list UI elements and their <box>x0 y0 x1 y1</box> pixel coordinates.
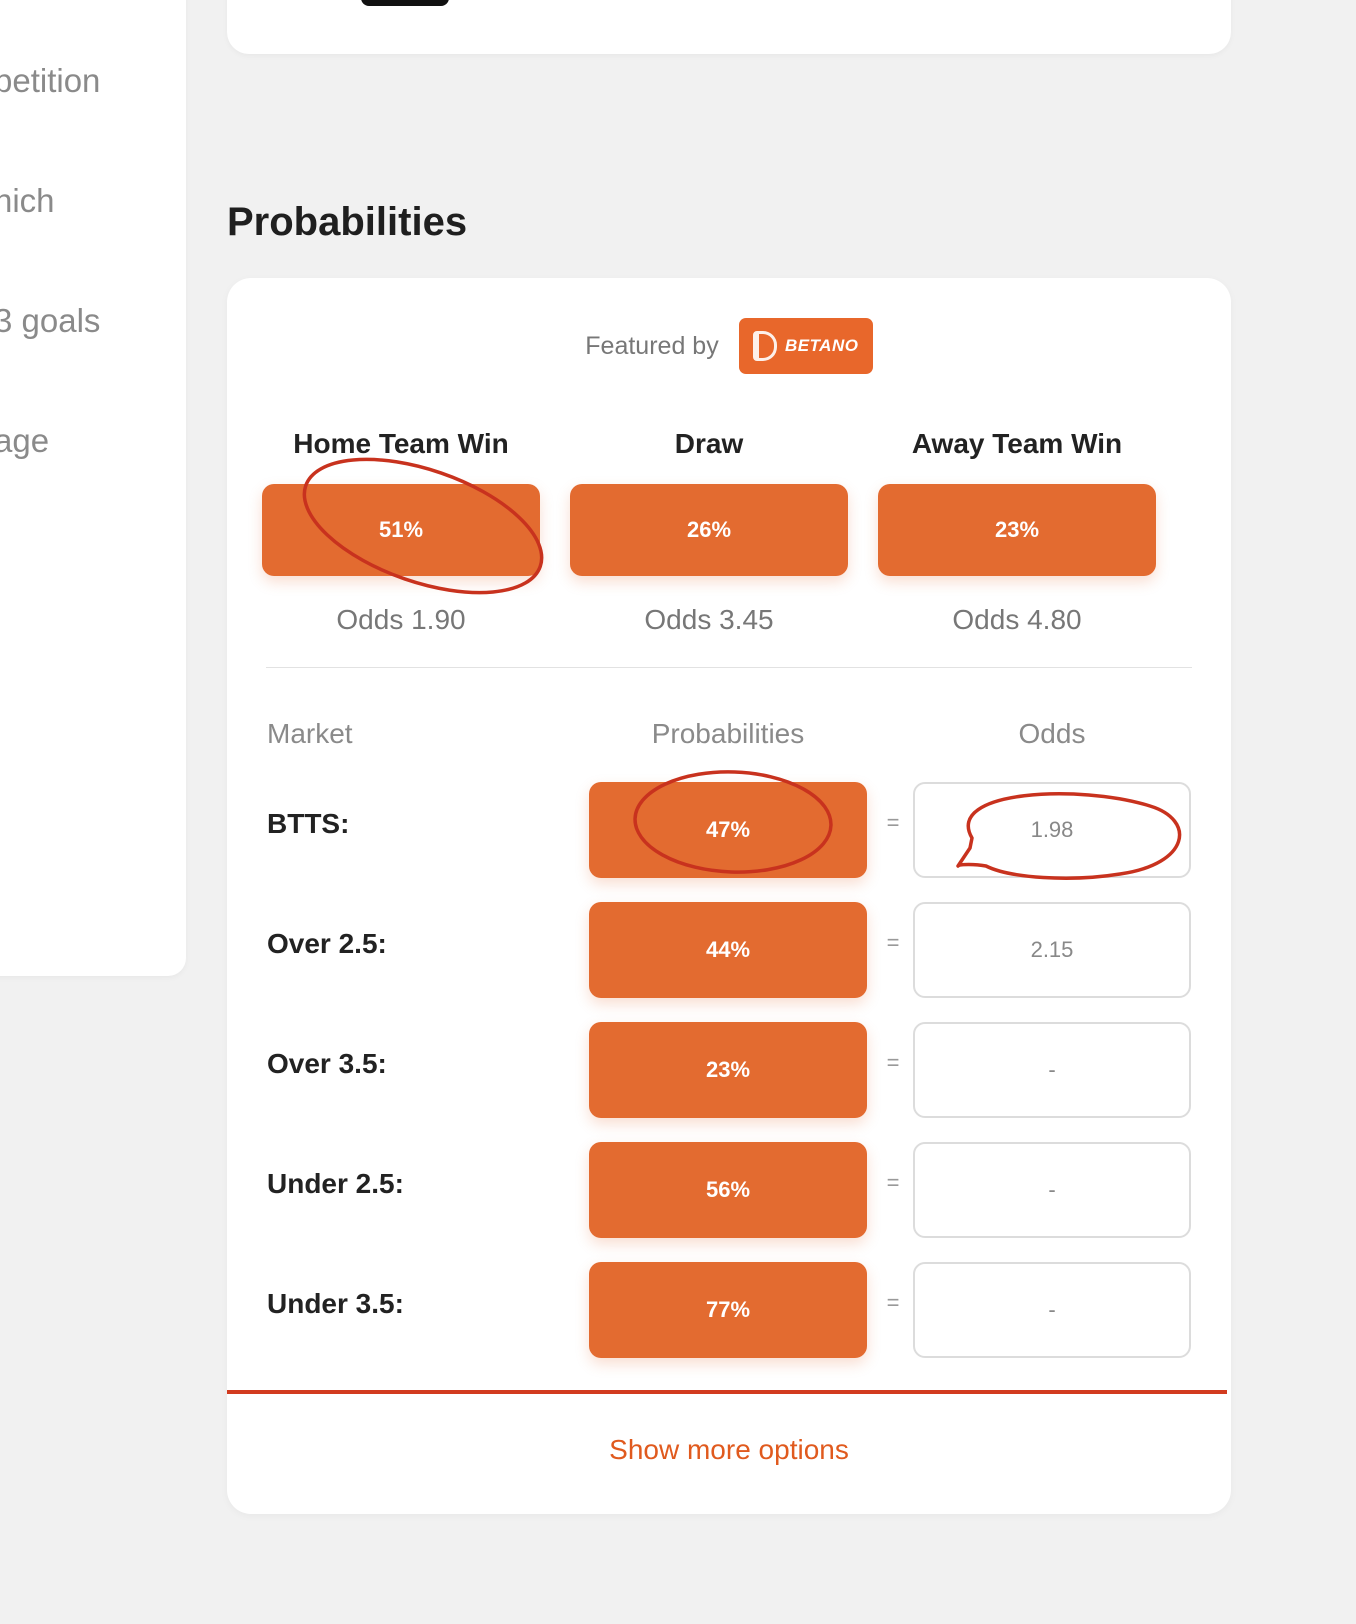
table-header-probabilities: Probabilities <box>651 718 805 749</box>
betano-logo-icon <box>752 331 777 361</box>
equals-sign: = <box>886 1050 900 1075</box>
over-2-5-probability-button[interactable]: 44% <box>589 902 867 998</box>
home-win-odds: Odds 1.90 <box>336 604 466 635</box>
previous-card <box>227 0 1231 54</box>
market-label-btts: BTTS: <box>267 808 350 839</box>
home-win-probability-button[interactable]: 51% <box>262 484 540 576</box>
under-3-5-odds-box[interactable]: - <box>913 1262 1191 1358</box>
outcome-away-label: Away Team Win <box>911 428 1123 459</box>
previous-card-dark-element <box>361 0 449 6</box>
sidebar-item-1[interactable]: petition <box>0 62 100 100</box>
draw-odds: Odds 3.45 <box>644 604 774 635</box>
btts-probability-button[interactable]: 47% <box>589 782 867 878</box>
over-3-5-odds-box[interactable]: - <box>913 1022 1191 1118</box>
over-2-5-odds-box[interactable]: 2.15 <box>913 902 1191 998</box>
sidebar-item-3[interactable]: 3 goals <box>0 302 100 340</box>
section-title: Probabilities <box>227 200 468 244</box>
equals-sign: = <box>886 1170 900 1195</box>
draw-probability-button[interactable]: 26% <box>570 484 848 576</box>
under-2-5-probability-button[interactable]: 56% <box>589 1142 867 1238</box>
market-label-under-3-5: Under 3.5: <box>267 1288 404 1319</box>
probabilities-card: Featured by BETANO Home Team Win Draw Aw… <box>227 278 1231 1514</box>
over-3-5-probability-button[interactable]: 23% <box>589 1022 867 1118</box>
market-label-over-2-5: Over 2.5: <box>267 928 387 959</box>
betano-logo[interactable]: BETANO <box>738 318 873 374</box>
equals-sign: = <box>886 810 900 835</box>
table-header-odds: Odds <box>1018 718 1086 749</box>
under-3-5-probability-button[interactable]: 77% <box>589 1262 867 1358</box>
show-more-options-link[interactable]: Show more options <box>227 1434 1231 1466</box>
section-divider <box>266 667 1192 668</box>
away-win-probability-button[interactable]: 23% <box>878 484 1156 576</box>
featured-by-label: Featured by <box>585 331 719 360</box>
btts-odds-box[interactable]: 1.98 <box>913 782 1191 878</box>
market-label-over-3-5: Over 3.5: <box>267 1048 387 1079</box>
outcome-home-label: Home Team Win <box>293 428 509 459</box>
featured-by-row: Featured by BETANO <box>227 318 1231 374</box>
sidebar-item-2[interactable]: hich <box>0 182 55 220</box>
sidebar-item-4[interactable]: age <box>0 422 49 460</box>
market-label-under-2-5: Under 2.5: <box>267 1168 404 1199</box>
equals-sign: = <box>886 1290 900 1315</box>
under-2-5-odds-box[interactable]: - <box>913 1142 1191 1238</box>
left-sidebar-panel <box>0 0 186 976</box>
away-win-odds: Odds 4.80 <box>952 604 1082 635</box>
betano-logo-text: BETANO <box>784 336 859 355</box>
equals-sign: = <box>886 930 900 955</box>
footer-red-rule <box>227 1390 1227 1394</box>
outcome-draw-label: Draw <box>674 428 744 459</box>
table-header-market: Market <box>267 718 353 749</box>
